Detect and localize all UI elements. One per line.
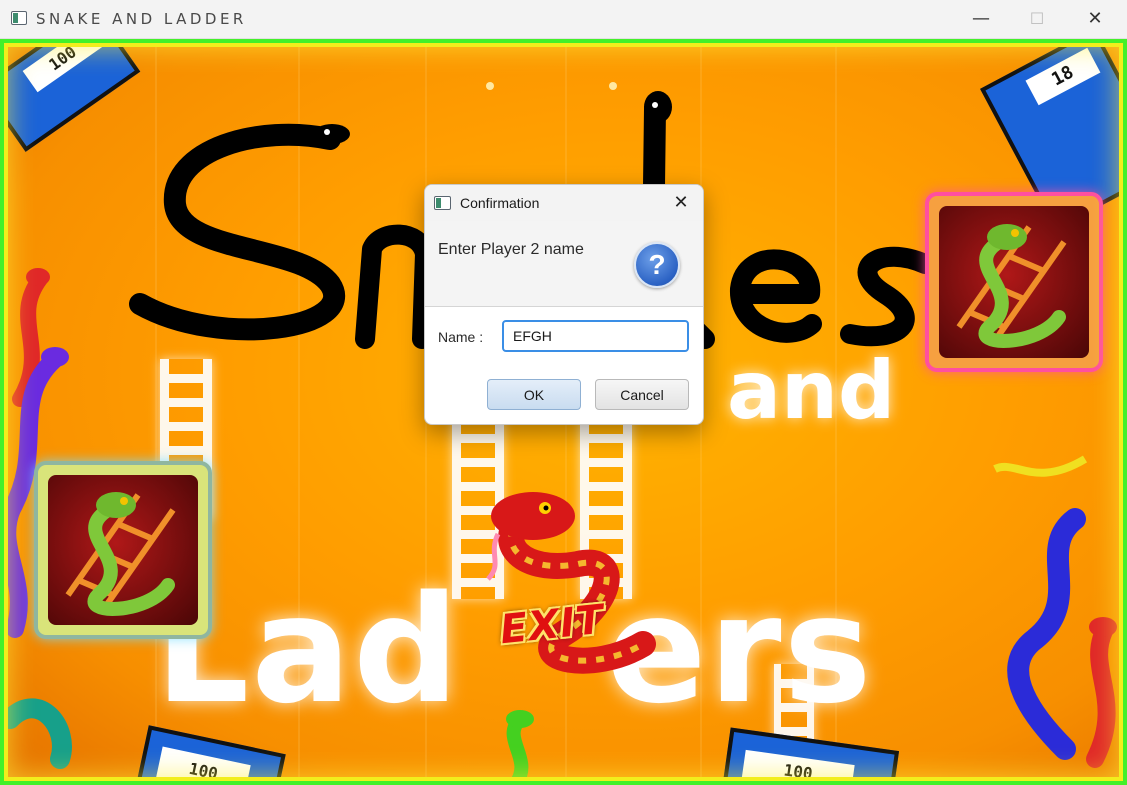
- question-icon: ?: [634, 242, 680, 288]
- name-label: Name :: [438, 329, 484, 345]
- player-name-input[interactable]: [502, 320, 689, 352]
- dialog-title: Confirmation: [460, 195, 540, 211]
- minimize-button[interactable]: —: [952, 0, 1010, 38]
- dialog-app-icon: [434, 196, 451, 210]
- maximize-button[interactable]: ☐: [1008, 0, 1066, 38]
- dialog-titlebar: Confirmation ✕: [425, 185, 703, 221]
- cancel-button[interactable]: Cancel: [595, 379, 689, 410]
- dialog-message: Enter Player 2 name: [438, 241, 584, 258]
- window-title: SNAKE AND LADDER: [36, 10, 247, 28]
- window-titlebar: SNAKE AND LADDER — ☐ ✕: [0, 0, 1127, 39]
- dialog-close-button[interactable]: ✕: [659, 185, 703, 221]
- ok-button[interactable]: OK: [487, 379, 581, 410]
- confirmation-dialog: Confirmation ✕ Enter Player 2 name ? Nam…: [424, 184, 704, 425]
- app-icon: [11, 11, 27, 25]
- window-close-button[interactable]: ✕: [1066, 0, 1124, 38]
- dialog-header: Enter Player 2 name ?: [425, 221, 703, 307]
